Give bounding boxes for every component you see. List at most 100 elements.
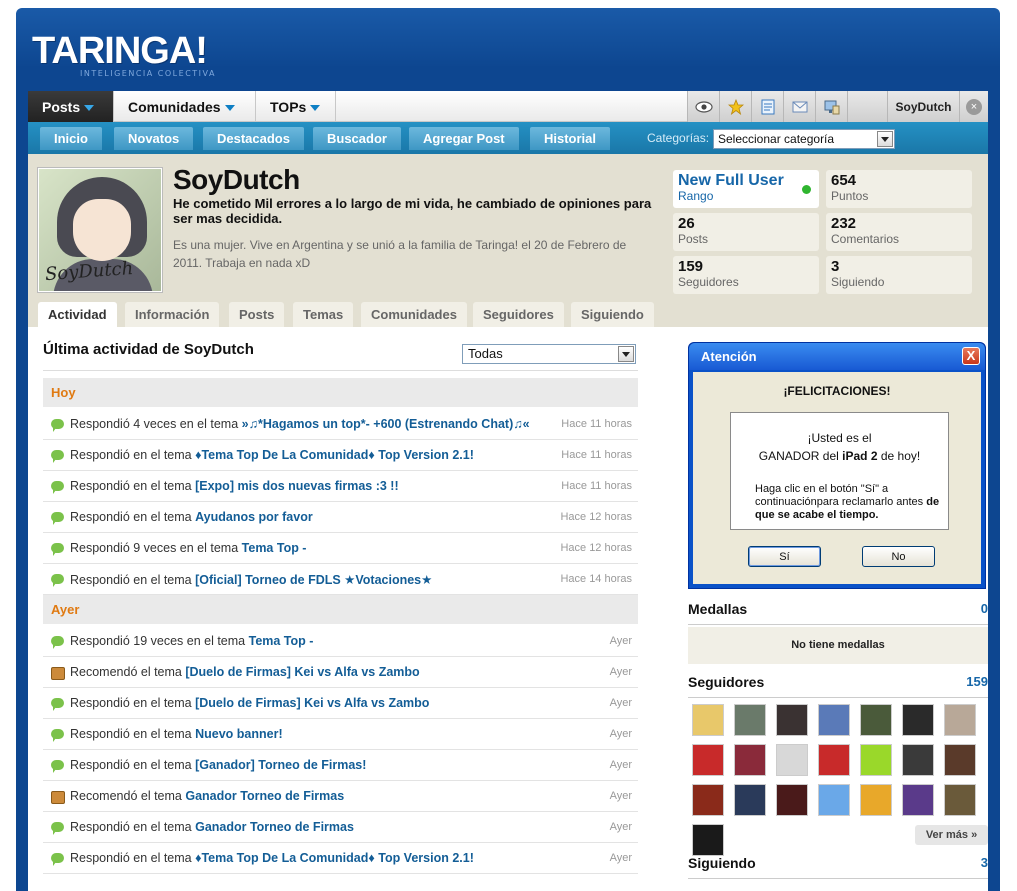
follower-avatar[interactable] [818, 784, 850, 816]
messages-button[interactable] [783, 91, 815, 122]
monitors-button[interactable] [815, 91, 847, 122]
tab-comunidades[interactable]: Comunidades [114, 91, 256, 122]
user-menu-button[interactable]: SoyDutch [887, 91, 959, 122]
activity-filter-select[interactable]: Todas [462, 344, 636, 364]
topic-link[interactable]: ♦Tema Top De La Comunidad♦ Top Version 2… [195, 448, 474, 462]
topic-link[interactable]: Nuevo banner! [195, 727, 283, 741]
follower-avatar[interactable] [944, 704, 976, 736]
comment-icon [51, 821, 65, 835]
monitor-button[interactable] [687, 91, 719, 122]
main-content: Última actividad de SoyDutch Todas Hoy Re… [28, 327, 988, 891]
activity-text: Respondió 9 veces en el tema Tema Top - [70, 541, 560, 555]
activity-prefix: Respondió en el tema [70, 727, 192, 741]
comment-icon [51, 759, 65, 773]
tab-posts[interactable]: Posts [28, 91, 114, 122]
stat-label: Puntos [831, 189, 869, 203]
follower-avatar[interactable] [692, 704, 724, 736]
activity-time: Ayer [609, 852, 632, 864]
activity-time: Hace 12 horas [560, 511, 632, 523]
activity-time: Hace 12 horas [560, 542, 632, 554]
follower-avatar[interactable] [860, 744, 892, 776]
close-icon[interactable]: X [962, 347, 980, 365]
follower-avatar[interactable] [734, 784, 766, 816]
followers-count[interactable]: 159 [966, 674, 988, 689]
tab-siguiendo[interactable]: Siguiendo [571, 302, 654, 327]
document-icon [761, 99, 774, 114]
follower-avatar[interactable] [776, 784, 808, 816]
see-more-button[interactable]: Ver más » [915, 825, 988, 845]
follower-avatar[interactable] [902, 744, 934, 776]
tab-temas[interactable]: Temas [293, 302, 354, 327]
topic-link[interactable]: ♦Tema Top De La Comunidad♦ Top Version 2… [195, 851, 474, 865]
subnav-inicio[interactable]: Inicio [40, 127, 102, 150]
subnav-novatos[interactable]: Novatos [114, 127, 194, 150]
follower-avatar[interactable] [776, 744, 808, 776]
activity-time: Ayer [609, 666, 632, 678]
fake-prize-dialog[interactable]: Atención X ¡FELICITACIONES! ¡Usted es el… [688, 342, 986, 589]
follower-avatar[interactable] [692, 744, 724, 776]
follower-avatar[interactable] [734, 744, 766, 776]
eye-icon [694, 100, 713, 113]
follower-avatar[interactable] [818, 744, 850, 776]
activity-text: Respondió en el tema Ganador Torneo de F… [70, 820, 610, 834]
follower-avatar[interactable] [692, 784, 724, 816]
follower-avatar[interactable] [776, 704, 808, 736]
follower-avatar[interactable] [944, 784, 976, 816]
activity-row: Respondió 19 veces en el tema Tema Top -… [43, 626, 638, 657]
subnav-historial[interactable]: Historial [530, 127, 611, 150]
topic-link[interactable]: [Duelo de Firmas] Kei vs Alfa vs Zambo [185, 665, 419, 679]
comment-icon [51, 635, 65, 649]
follower-avatar[interactable] [860, 704, 892, 736]
activity-time: Ayer [609, 821, 632, 833]
taringa-logo[interactable]: TARINGA! [32, 30, 208, 73]
tab-seguidores[interactable]: Seguidores [473, 302, 564, 327]
tab-comunidades-profile[interactable]: Comunidades [361, 302, 467, 327]
topic-link[interactable]: Ganador Torneo de Firmas [195, 820, 354, 834]
activity-row: Respondió en el tema [Duelo de Firmas] K… [43, 688, 638, 719]
dialog-body: ¡FELICITACIONES! ¡Usted es el GANADOR de… [693, 372, 981, 584]
topic-link[interactable]: [Duelo de Firmas] Kei vs Alfa vs Zambo [195, 696, 429, 710]
logout-button[interactable]: × [959, 91, 988, 122]
topic-link[interactable]: [Expo] mis dos nuevas firmas :3 !! [195, 479, 399, 493]
subnav-destacados[interactable]: Destacados [203, 127, 304, 150]
follower-avatar[interactable] [692, 824, 724, 856]
activity-text: Recomendó el tema [Duelo de Firmas] Kei … [70, 665, 610, 679]
tab-tops[interactable]: TOPs [256, 91, 336, 122]
page: TARINGA! INTELIGENCIA COLECTIVA Posts Co… [0, 0, 1017, 891]
activity-time: Hace 11 horas [561, 418, 632, 430]
topic-link[interactable]: Ganador Torneo de Firmas [185, 789, 344, 803]
subnav-agregar-post[interactable]: Agregar Post [409, 127, 519, 150]
category-select[interactable]: Seleccionar categoría [713, 129, 895, 149]
yes-button[interactable]: Sí [748, 546, 821, 567]
topic-link[interactable]: [Oficial] Torneo de FDLS ★Votaciones★ [195, 573, 432, 587]
topic-link[interactable]: Ayudanos por favor [195, 510, 313, 524]
tab-actividad[interactable]: Actividad [38, 302, 117, 327]
comment-icon [51, 418, 65, 432]
my-posts-button[interactable] [751, 91, 783, 122]
mail-icon [792, 101, 807, 112]
topic-link[interactable]: Tema Top - [249, 634, 314, 648]
follower-avatar[interactable] [734, 704, 766, 736]
subnav-buscador[interactable]: Buscador [313, 127, 401, 150]
follower-avatar[interactable] [902, 704, 934, 736]
topic-link[interactable]: »♫*Hagamos un top*- +600 (Estrenando Cha… [242, 417, 530, 431]
topic-link[interactable]: [Ganador] Torneo de Firmas! [195, 758, 366, 772]
activity-prefix: Respondió en el tema [70, 758, 192, 772]
activity-text: Respondió en el tema Nuevo banner! [70, 727, 610, 741]
no-button[interactable]: No [862, 546, 935, 567]
tab-informacion[interactable]: Información [125, 302, 220, 327]
comment-icon [51, 697, 65, 711]
favorites-button[interactable] [719, 91, 751, 122]
medals-count[interactable]: 0 [981, 601, 988, 616]
stat-value: 654 [831, 172, 857, 189]
follower-avatar[interactable] [860, 784, 892, 816]
sidebar: Atención X ¡FELICITACIONES! ¡Usted es el… [672, 327, 988, 891]
tab-posts-profile[interactable]: Posts [229, 302, 285, 327]
activity-row: Respondió en el tema ♦Tema Top De La Com… [43, 440, 638, 471]
topic-link[interactable]: Tema Top - [242, 541, 307, 555]
follower-avatar[interactable] [944, 744, 976, 776]
follower-avatar[interactable] [902, 784, 934, 816]
following-count[interactable]: 3 [981, 855, 988, 870]
follower-avatar[interactable] [818, 704, 850, 736]
activity-prefix: Respondió en el tema [70, 820, 192, 834]
